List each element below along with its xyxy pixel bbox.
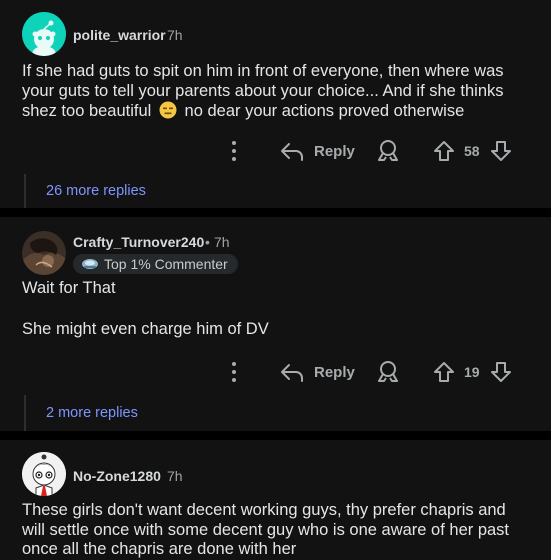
reply-label: Reply: [314, 142, 355, 160]
downvote-icon: [491, 141, 511, 161]
comment-line: once all the chapris are done with her: [22, 540, 297, 558]
thread-line[interactable]: [24, 174, 26, 208]
top-commenter-icon: [82, 259, 98, 269]
downvote-icon: [491, 362, 511, 382]
comment-body: Wait for That She might even charge him …: [22, 279, 534, 339]
avatar[interactable]: [22, 231, 66, 275]
comment-actions: Reply 19: [0, 357, 551, 387]
more-options-button[interactable]: [225, 136, 243, 166]
timestamp: 7h: [167, 468, 183, 484]
more-replies-link[interactable]: 26 more replies: [46, 183, 146, 199]
comment-card: polite_warrior 7h If she had guts to spi…: [0, 0, 551, 208]
comment-text: no dear your actions proved otherwise: [184, 102, 465, 120]
comment-actions: Reply 58: [0, 136, 551, 166]
snoo-avatar-icon: [22, 12, 66, 56]
reply-button[interactable]: Reply: [280, 136, 355, 166]
downvote-button[interactable]: [490, 357, 512, 387]
comment-card: Crafty_Turnover240 • 7h Top 1% Commenter…: [0, 217, 551, 431]
comment-line: These girls don't want decent working gu…: [22, 501, 506, 519]
comment-line: your guts to tell your parents about you…: [22, 81, 504, 100]
separator-dot: •: [205, 234, 210, 250]
comment-body: These girls don't want decent working gu…: [22, 501, 534, 560]
more-replies-link[interactable]: 2 more replies: [46, 405, 138, 421]
reply-button[interactable]: Reply: [280, 357, 355, 387]
award-icon: [378, 140, 398, 161]
username[interactable]: polite_warrior: [73, 27, 166, 43]
timestamp: 7h: [214, 234, 230, 250]
expressionless-face-emoji-icon: [159, 101, 177, 125]
username[interactable]: No-Zone1280: [73, 468, 161, 484]
reply-label: Reply: [314, 363, 355, 381]
more-options-icon: [232, 362, 236, 382]
award-icon: [378, 361, 398, 382]
comment-line: If she had guts to spit on him in front …: [22, 62, 504, 80]
snoo-avatar-icon: [22, 452, 66, 496]
upvote-icon: [434, 362, 454, 382]
top-commenter-badge[interactable]: Top 1% Commenter: [73, 254, 238, 274]
avatar[interactable]: [22, 12, 66, 56]
timestamp: 7h: [167, 27, 183, 43]
award-button[interactable]: [377, 357, 399, 387]
thread-line[interactable]: [24, 395, 26, 431]
comment-line: shez too beautiful no dear your actions …: [22, 101, 534, 125]
avatar[interactable]: [22, 452, 66, 496]
more-options-button[interactable]: [225, 357, 243, 387]
comment-line: [22, 299, 534, 320]
comment-text: shez too beautiful: [22, 102, 152, 120]
user-photo-avatar-icon: [22, 231, 66, 275]
upvote-button[interactable]: [433, 357, 455, 387]
reply-arrow-icon: [281, 364, 303, 382]
more-options-icon: [232, 141, 236, 161]
reply-arrow-icon: [281, 143, 303, 161]
comment-line: Wait for That: [22, 279, 116, 297]
vote-count: 58: [464, 143, 480, 159]
badge-label: Top 1% Commenter: [104, 256, 228, 272]
award-button[interactable]: [377, 136, 399, 166]
vote-count: 19: [464, 364, 480, 380]
downvote-button[interactable]: [490, 136, 512, 166]
comment-card: No-Zone1280 7h These girls don't want de…: [0, 440, 551, 560]
upvote-button[interactable]: [433, 136, 455, 166]
comment-line: She might even charge him of DV: [22, 319, 269, 338]
upvote-icon: [434, 141, 454, 161]
comment-body: If she had guts to spit on him in front …: [22, 62, 534, 125]
comment-line: will settle once with some decent guy wh…: [22, 520, 510, 539]
username[interactable]: Crafty_Turnover240: [73, 234, 204, 250]
